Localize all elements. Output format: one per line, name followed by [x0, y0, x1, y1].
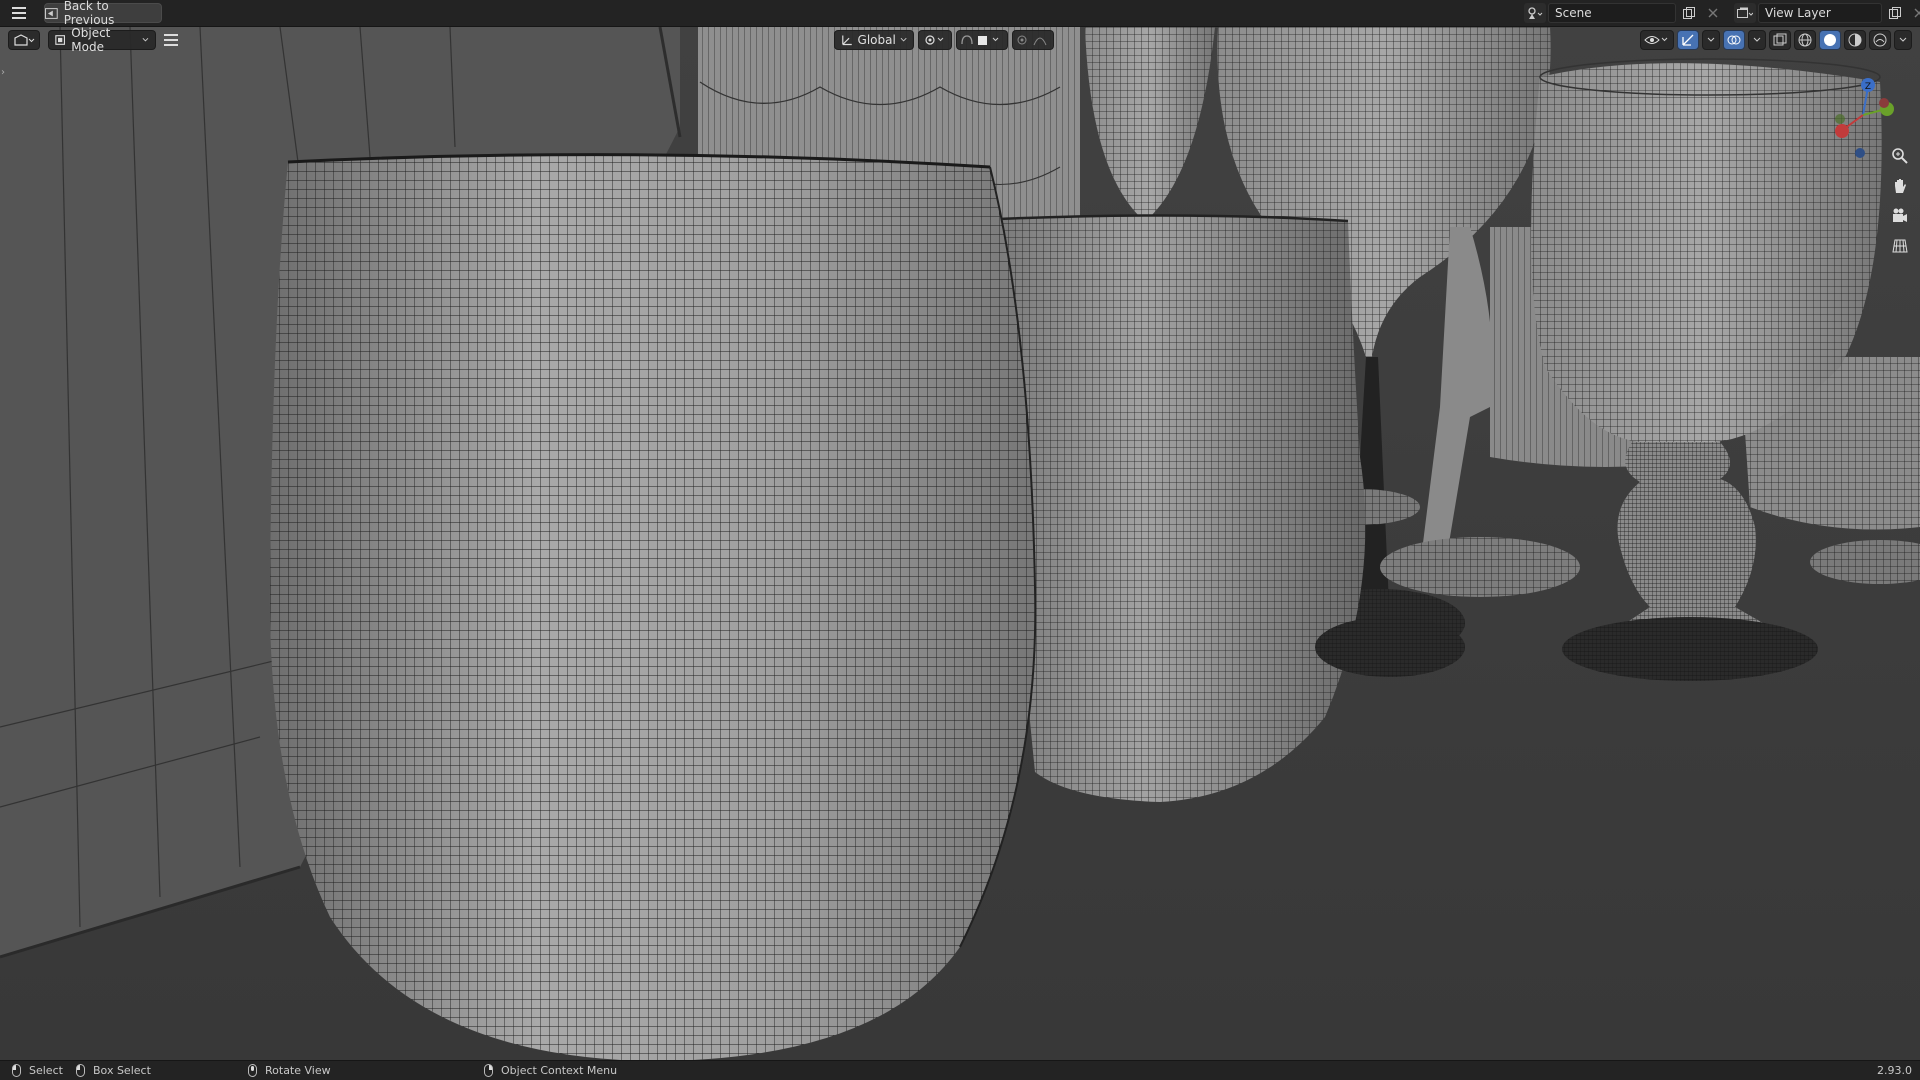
- chevron-down-icon: [1707, 37, 1715, 42]
- wireframe-icon: [1798, 33, 1812, 47]
- new-scene-button[interactable]: [1678, 3, 1700, 23]
- gizmo-z-label: Z: [1865, 82, 1871, 92]
- view-layer-icon: [1737, 7, 1753, 18]
- object-mode-icon: [55, 35, 65, 45]
- menu-button[interactable]: [8, 3, 30, 23]
- back-to-previous-button[interactable]: Back to Previous: [44, 0, 162, 27]
- gizmo-neg-z[interactable]: [1855, 148, 1865, 158]
- close-icon: [1708, 8, 1718, 18]
- copy-icon: [1889, 7, 1901, 19]
- pivot-icon: [925, 35, 944, 45]
- editor-type-button[interactable]: [8, 30, 40, 50]
- mouse-left-icon: [12, 1064, 21, 1077]
- gizmo-x-axis[interactable]: [1835, 124, 1849, 138]
- viewport-menu-button[interactable]: [160, 30, 182, 50]
- mouse-middle-icon: [248, 1064, 257, 1077]
- camera-icon: [1893, 208, 1907, 222]
- visibility-dropdown[interactable]: [1640, 30, 1674, 50]
- xray-toggle[interactable]: [1769, 30, 1791, 50]
- mode-label: Object Mode: [71, 27, 111, 54]
- rotate-label: Rotate View: [265, 1064, 331, 1077]
- perspective-toggle-button[interactable]: [1888, 235, 1912, 257]
- visibility-icon: [1644, 36, 1668, 44]
- view-layer-name: View Layer: [1765, 6, 1831, 20]
- 3d-viewport-icon: [14, 34, 35, 46]
- back-label: Back to Previous: [63, 0, 115, 27]
- view-layer-name-field[interactable]: View Layer: [1758, 3, 1882, 23]
- viewport-header: Object Mode Global: [0, 27, 1920, 54]
- box-select-label: Box Select: [93, 1064, 151, 1077]
- scene-selector: Scene View Layer: [1524, 3, 1920, 23]
- delete-scene-button[interactable]: [1702, 3, 1724, 23]
- status-context-menu: Object Context Menu: [484, 1061, 617, 1080]
- 3d-viewport[interactable]: › Object Mode Global Z: [0, 27, 1920, 1061]
- rendered-icon: [1873, 33, 1887, 47]
- hand-icon: [1895, 179, 1906, 193]
- zoom-icon: [1892, 148, 1908, 164]
- navigation-buttons: [1888, 145, 1912, 257]
- scene-browse-button[interactable]: [1524, 3, 1546, 23]
- new-view-layer-button[interactable]: [1884, 3, 1906, 23]
- select-label: Select: [29, 1064, 63, 1077]
- camera-view-button[interactable]: [1888, 205, 1912, 227]
- overlay-icon: [1727, 35, 1741, 45]
- toolbar-expand-arrow[interactable]: ›: [1, 67, 5, 78]
- chevron-down-icon: [900, 37, 907, 42]
- delete-view-layer-button[interactable]: [1908, 3, 1920, 23]
- xray-icon: [1773, 33, 1787, 46]
- status-rotate-view: Rotate View: [248, 1061, 331, 1080]
- solid-shading-button[interactable]: [1819, 30, 1841, 50]
- pivot-point-dropdown[interactable]: [918, 30, 952, 50]
- version-label: 2.93.0: [1877, 1064, 1912, 1077]
- gizmo-neg-x[interactable]: [1879, 98, 1889, 108]
- view-layer-browse-button[interactable]: [1734, 3, 1756, 23]
- grid-icon: [1892, 239, 1908, 253]
- gizmo-dropdown[interactable]: [1702, 30, 1720, 50]
- wireframe-shading-button[interactable]: [1794, 30, 1816, 50]
- context-menu-label: Object Context Menu: [501, 1064, 618, 1077]
- menu-icon: [164, 34, 178, 46]
- status-box-select: Box Select: [76, 1061, 151, 1080]
- object-mode-dropdown[interactable]: Object Mode: [48, 27, 156, 54]
- zoom-button[interactable]: [1888, 145, 1912, 167]
- status-select: Select: [12, 1061, 63, 1080]
- copy-icon: [1683, 7, 1695, 19]
- viewport-right-tools: [1640, 30, 1912, 50]
- chevron-down-icon: [1753, 37, 1761, 42]
- mouse-right-icon: [484, 1064, 493, 1077]
- overlay-toggle[interactable]: [1723, 30, 1745, 50]
- status-bar: Select Box Select Rotate View Object Con…: [0, 1060, 1920, 1080]
- material-shading-button[interactable]: [1844, 30, 1866, 50]
- transform-icon: [842, 35, 852, 46]
- solid-icon: [1824, 34, 1836, 46]
- transform-orientation-dropdown[interactable]: Global: [834, 30, 914, 50]
- snap-icon: [961, 35, 999, 45]
- scene-name: Scene: [1555, 6, 1592, 20]
- back-icon: [45, 7, 58, 19]
- proportional-editing-toggle[interactable]: [1012, 30, 1054, 50]
- gizmo-toggle[interactable]: [1677, 30, 1699, 50]
- gizmo-neg-y[interactable]: [1835, 114, 1845, 124]
- shading-dropdown[interactable]: [1894, 30, 1912, 50]
- pan-button[interactable]: [1888, 175, 1912, 197]
- gizmo-icon: [1682, 34, 1694, 46]
- scene-name-field[interactable]: Scene: [1548, 3, 1676, 23]
- chevron-down-icon: [1899, 37, 1907, 42]
- top-bar: Back to Previous Scene View Layer: [0, 0, 1920, 27]
- mouse-left-drag-icon: [76, 1064, 85, 1077]
- menu-icon: [12, 7, 26, 19]
- scene-icon: [1528, 6, 1543, 19]
- chevron-down-icon: [142, 37, 149, 42]
- close-icon: [1914, 8, 1920, 18]
- material-icon: [1848, 33, 1862, 47]
- orientation-label: Global: [857, 33, 896, 47]
- snap-toggle[interactable]: [956, 30, 1008, 50]
- viewport-scene: [0, 27, 1920, 1061]
- rendered-shading-button[interactable]: [1869, 30, 1891, 50]
- proportional-icon: [1017, 35, 1047, 46]
- overlay-dropdown[interactable]: [1748, 30, 1766, 50]
